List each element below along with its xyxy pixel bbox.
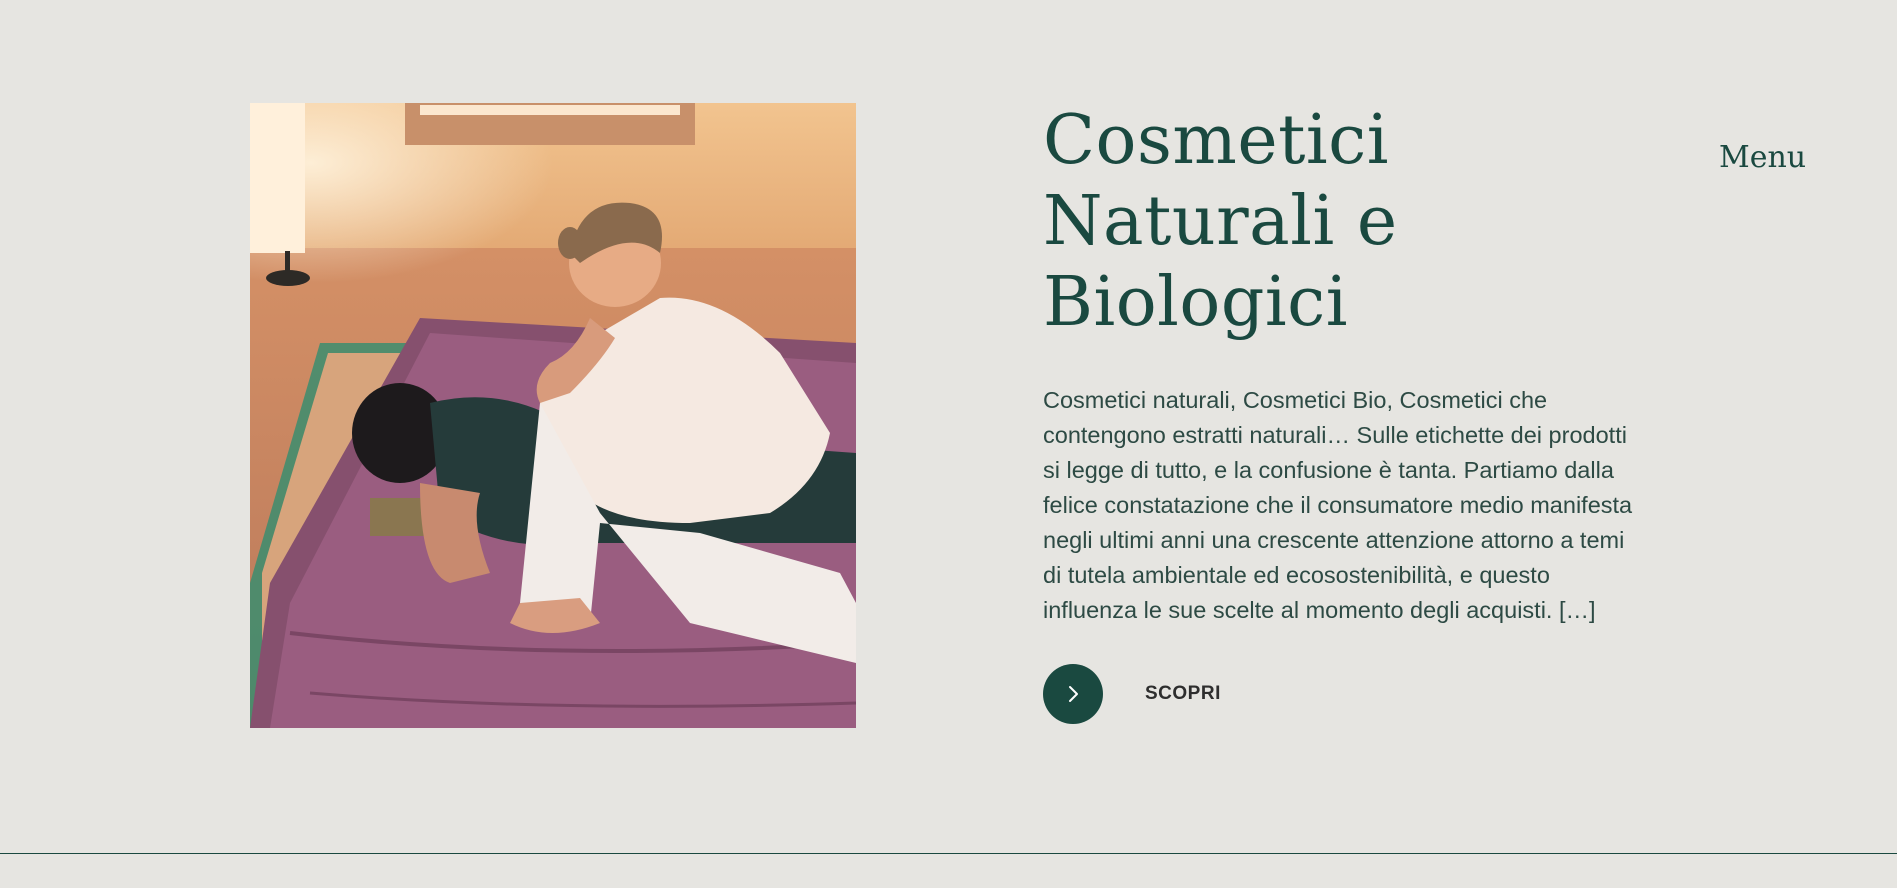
title-line: Naturali e <box>1043 182 1398 261</box>
discover-circle-button[interactable] <box>1043 664 1103 724</box>
menu-button[interactable]: Menu <box>1719 140 1806 175</box>
page-title: Cosmetici Naturali e Biologici <box>1043 100 1663 343</box>
hero-description: Cosmetici naturali, Cosmetici Bio, Cosme… <box>1043 387 1633 623</box>
divider <box>0 853 1897 854</box>
massage-photo <box>250 103 856 728</box>
chevron-right-icon <box>1069 686 1078 702</box>
title-line: Cosmetici <box>1043 101 1389 180</box>
title-line: Biologici <box>1043 263 1348 342</box>
hero-content: Cosmetici Naturali e Biologici Cosmetici… <box>1043 100 1663 724</box>
discover-label[interactable]: SCOPRI <box>1145 683 1221 705</box>
discover-button[interactable]: SCOPRI <box>1043 664 1663 724</box>
